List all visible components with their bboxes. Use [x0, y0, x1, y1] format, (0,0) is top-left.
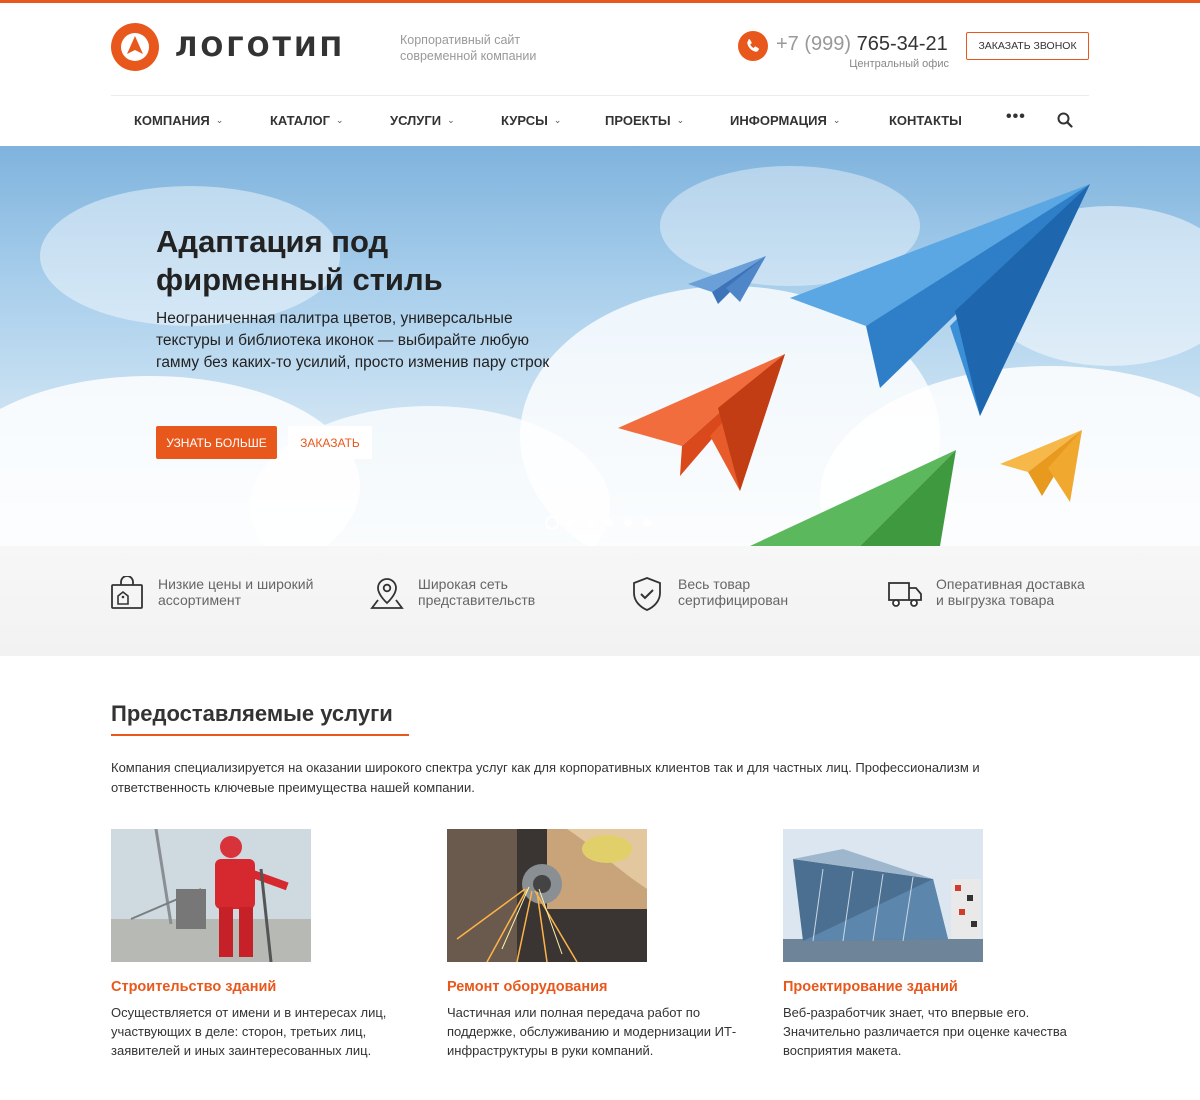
slider-dot-6[interactable]: [643, 519, 651, 527]
chevron-down-icon: ⌄: [553, 115, 562, 125]
shopping-bag-icon: [111, 576, 143, 609]
learn-more-button[interactable]: УЗНАТЬ БОЛЬШЕ: [156, 426, 277, 459]
features-strip: Низкие цены и широкий ассортимент Широка…: [0, 546, 1200, 656]
tagline-line-1: Корпоративный сайт: [400, 33, 521, 47]
feature-line-1: Широкая сеть: [418, 576, 508, 592]
tagline-line-2: современной компании: [400, 49, 537, 63]
building-design-image[interactable]: [783, 829, 983, 962]
nav-item-catalog[interactable]: КАТАЛОГ ⌄: [270, 96, 344, 145]
feature-item-network: Широкая сеть представительств: [370, 576, 598, 610]
top-accent-line: [0, 0, 1200, 3]
card-description: Частичная или полная передача работ по п…: [447, 1005, 737, 1058]
slider-dot-3[interactable]: [586, 519, 594, 527]
feature-line-1: Низкие цены и широкий: [158, 576, 314, 592]
feature-text: Низкие цены и широкий ассортимент: [158, 576, 338, 608]
hero-banner: Адаптация под фирменный стиль Неограниче…: [0, 146, 1200, 546]
service-card-repair: Ремонт оборудования Частичная или полная…: [447, 829, 747, 1060]
card-title[interactable]: Проектирование зданий: [783, 979, 1083, 995]
phone-number[interactable]: +7 (999) 765-34-21: [776, 33, 948, 56]
phone-main: 765-34-21: [856, 33, 948, 55]
services-title: Предоставляемые услуги: [111, 701, 393, 726]
hero-title: Адаптация под фирменный стиль: [156, 223, 576, 299]
slider-dot-2[interactable]: [567, 519, 575, 527]
phone-prefix: +7 (999): [776, 33, 852, 55]
map-pin-icon: [370, 578, 404, 609]
phone-note: Центральный офис: [849, 58, 949, 70]
slider-dots: [545, 516, 662, 530]
card-title[interactable]: Ремонт оборудования: [447, 979, 747, 995]
site-tagline: Корпоративный сайт современной компании: [400, 32, 580, 64]
feature-line-2: и выгрузка товара: [936, 592, 1055, 608]
feature-item-prices: Низкие цены и широкий ассортимент: [110, 576, 338, 610]
service-card-design: Проектирование зданий Веб-разработчик зн…: [783, 829, 1083, 1060]
chevron-down-icon: ⌄: [447, 115, 455, 125]
paper-planes-illustration: [618, 184, 1090, 546]
search-icon[interactable]: [1056, 111, 1074, 129]
equipment-repair-image[interactable]: [447, 829, 647, 962]
hero-title-line-1: Адаптация под: [156, 224, 389, 259]
nav-label: КОНТАКТЫ: [889, 113, 962, 128]
nav-item-contacts[interactable]: КОНТАКТЫ: [889, 96, 962, 145]
nav-item-information[interactable]: ИНФОРМАЦИЯ ⌄: [730, 96, 840, 145]
title-underline: [111, 734, 409, 736]
nav-item-company[interactable]: КОМПАНИЯ ⌄: [134, 96, 223, 145]
nav-label: КУРСЫ: [501, 113, 548, 128]
feature-line-1: Оперативная доставка: [936, 576, 1085, 592]
nav-item-courses[interactable]: КУРСЫ ⌄: [501, 96, 561, 145]
chevron-down-icon: ⌄: [335, 115, 344, 125]
shield-check-icon: [633, 577, 661, 611]
nav-label: КОМПАНИЯ: [134, 113, 210, 128]
nav-label: УСЛУГИ: [390, 113, 442, 128]
slider-dot-1[interactable]: [545, 516, 559, 530]
feature-item-certified: Весь товар сертифицирован: [630, 576, 858, 612]
chevron-down-icon: ⌄: [215, 115, 224, 125]
nav-item-projects[interactable]: ПРОЕКТЫ ⌄: [605, 96, 684, 145]
truck-icon: [888, 582, 922, 607]
feature-text: Оперативная доставка и выгрузка товара: [936, 576, 1106, 608]
feature-line-2: ассортимент: [158, 592, 241, 608]
construction-worker-image[interactable]: [111, 829, 311, 962]
chevron-down-icon: ⌄: [676, 115, 685, 125]
feature-text: Весь товар сертифицирован: [678, 576, 858, 608]
feature-text: Широкая сеть представительств: [418, 576, 598, 608]
card-title[interactable]: Строительство зданий: [111, 979, 411, 995]
nav-label: ИНФОРМАЦИЯ: [730, 113, 827, 128]
order-button[interactable]: ЗАКАЗАТЬ: [288, 426, 372, 459]
main-nav: КОМПАНИЯ ⌄ КАТАЛОГ ⌄ УСЛУГИ ⌄ КУРСЫ ⌄ ПРОЕКТ…: [111, 96, 1089, 145]
service-card-construction: Строительство зданий Осуществляется от и…: [111, 829, 411, 1060]
hero-description: Неограниченная палитра цветов, универсал…: [156, 310, 550, 371]
nav-label: ПРОЕКТЫ: [605, 113, 671, 128]
nav-label: КАТАЛОГ: [270, 113, 330, 128]
card-description: Осуществляется от имени и в интересах ли…: [111, 1005, 387, 1058]
nav-item-services[interactable]: УСЛУГИ ⌄: [390, 96, 455, 145]
nav-more-button[interactable]: •••: [1006, 108, 1026, 126]
phone-icon: [738, 31, 768, 61]
feature-line-2: сертифицирован: [678, 592, 789, 608]
logo[interactable]: ЛОГОТИП: [111, 23, 345, 71]
hero-title-line-2: фирменный стиль: [156, 262, 443, 297]
slider-dot-4[interactable]: [605, 519, 613, 527]
feature-item-delivery: Оперативная доставка и выгрузка товара: [888, 576, 1106, 610]
card-description: Веб-разработчик знает, что впервые его. …: [783, 1005, 1067, 1058]
feature-line-2: представительств: [418, 592, 536, 608]
services-intro: Компания специализируется на оказании ши…: [111, 760, 980, 795]
chevron-down-icon: ⌄: [832, 115, 841, 125]
feature-line-1: Весь товар: [678, 576, 751, 592]
logo-text: ЛОГОТИП: [175, 31, 346, 63]
slider-dot-5[interactable]: [624, 519, 632, 527]
callback-button[interactable]: ЗАКАЗАТЬ ЗВОНОК: [966, 32, 1089, 60]
logo-icon: [111, 23, 159, 71]
